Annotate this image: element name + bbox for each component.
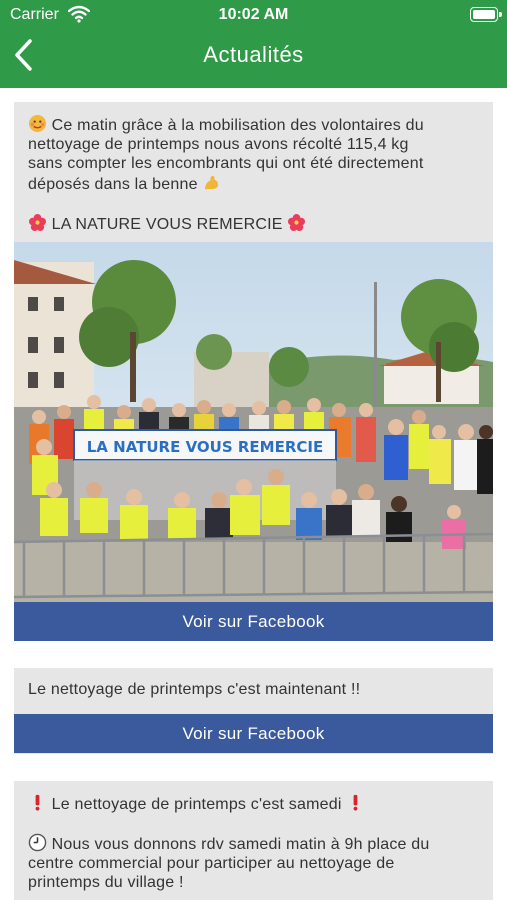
status-time: 10:02 AM bbox=[218, 6, 289, 23]
exclamation-mark-icon bbox=[35, 794, 40, 811]
news-line: Le nettoyage de printemps c'est samedi bbox=[51, 796, 342, 813]
navigation-header: Carrier 10:02 AM Actualités bbox=[0, 0, 507, 88]
news-text: Le nettoyage de printemps c'est maintena… bbox=[14, 668, 493, 699]
news-card: Le nettoyage de printemps c'est samedi N… bbox=[14, 781, 493, 900]
news-line: nettoyage de printemps nous avons récolt… bbox=[28, 136, 409, 153]
news-line: sans compter les encombrants qui ont été… bbox=[28, 155, 424, 172]
flexed-biceps-emoji-icon bbox=[205, 175, 219, 190]
news-line: Le nettoyage de printemps c'est maintena… bbox=[28, 681, 361, 698]
view-on-facebook-button[interactable]: Voir sur Facebook bbox=[14, 714, 493, 753]
news-card: Ce matin grâce à la mobilisation des vol… bbox=[14, 102, 493, 641]
news-line: Ce matin grâce à la mobilisation des vol… bbox=[51, 117, 424, 134]
photo-banner: LA NATURE VOUS REMERCIE bbox=[73, 429, 337, 461]
news-card: Le nettoyage de printemps c'est maintena… bbox=[14, 668, 493, 754]
news-line: déposés dans la benne bbox=[28, 176, 198, 193]
news-text: Ce matin grâce à la mobilisation des vol… bbox=[14, 102, 493, 234]
post-photo[interactable]: LA NATURE VOUS REMERCIE bbox=[14, 242, 493, 603]
news-text: Le nettoyage de printemps c'est samedi N… bbox=[14, 781, 493, 892]
status-bar: Carrier 10:02 AM bbox=[0, 0, 507, 30]
clock-icon bbox=[28, 833, 47, 852]
hibiscus-emoji-icon bbox=[28, 213, 47, 232]
hot-face-emoji-icon bbox=[28, 114, 47, 133]
exclamation-mark-icon bbox=[353, 794, 358, 811]
news-line: printemps du village ! bbox=[28, 874, 184, 891]
news-line: Nous vous donnons rdv samedi matin à 9h … bbox=[51, 836, 430, 853]
news-line: centre commercial pour participer au net… bbox=[28, 855, 395, 872]
hibiscus-emoji-icon bbox=[288, 213, 306, 232]
view-on-facebook-button[interactable]: Voir sur Facebook bbox=[14, 602, 493, 641]
battery-icon bbox=[470, 7, 502, 22]
svg-text:LA NATURE VOUS REMERCIE: LA NATURE VOUS REMERCIE bbox=[87, 438, 323, 456]
page-title: Actualités bbox=[203, 42, 304, 67]
news-line: LA NATURE VOUS REMERCIE bbox=[51, 216, 283, 233]
